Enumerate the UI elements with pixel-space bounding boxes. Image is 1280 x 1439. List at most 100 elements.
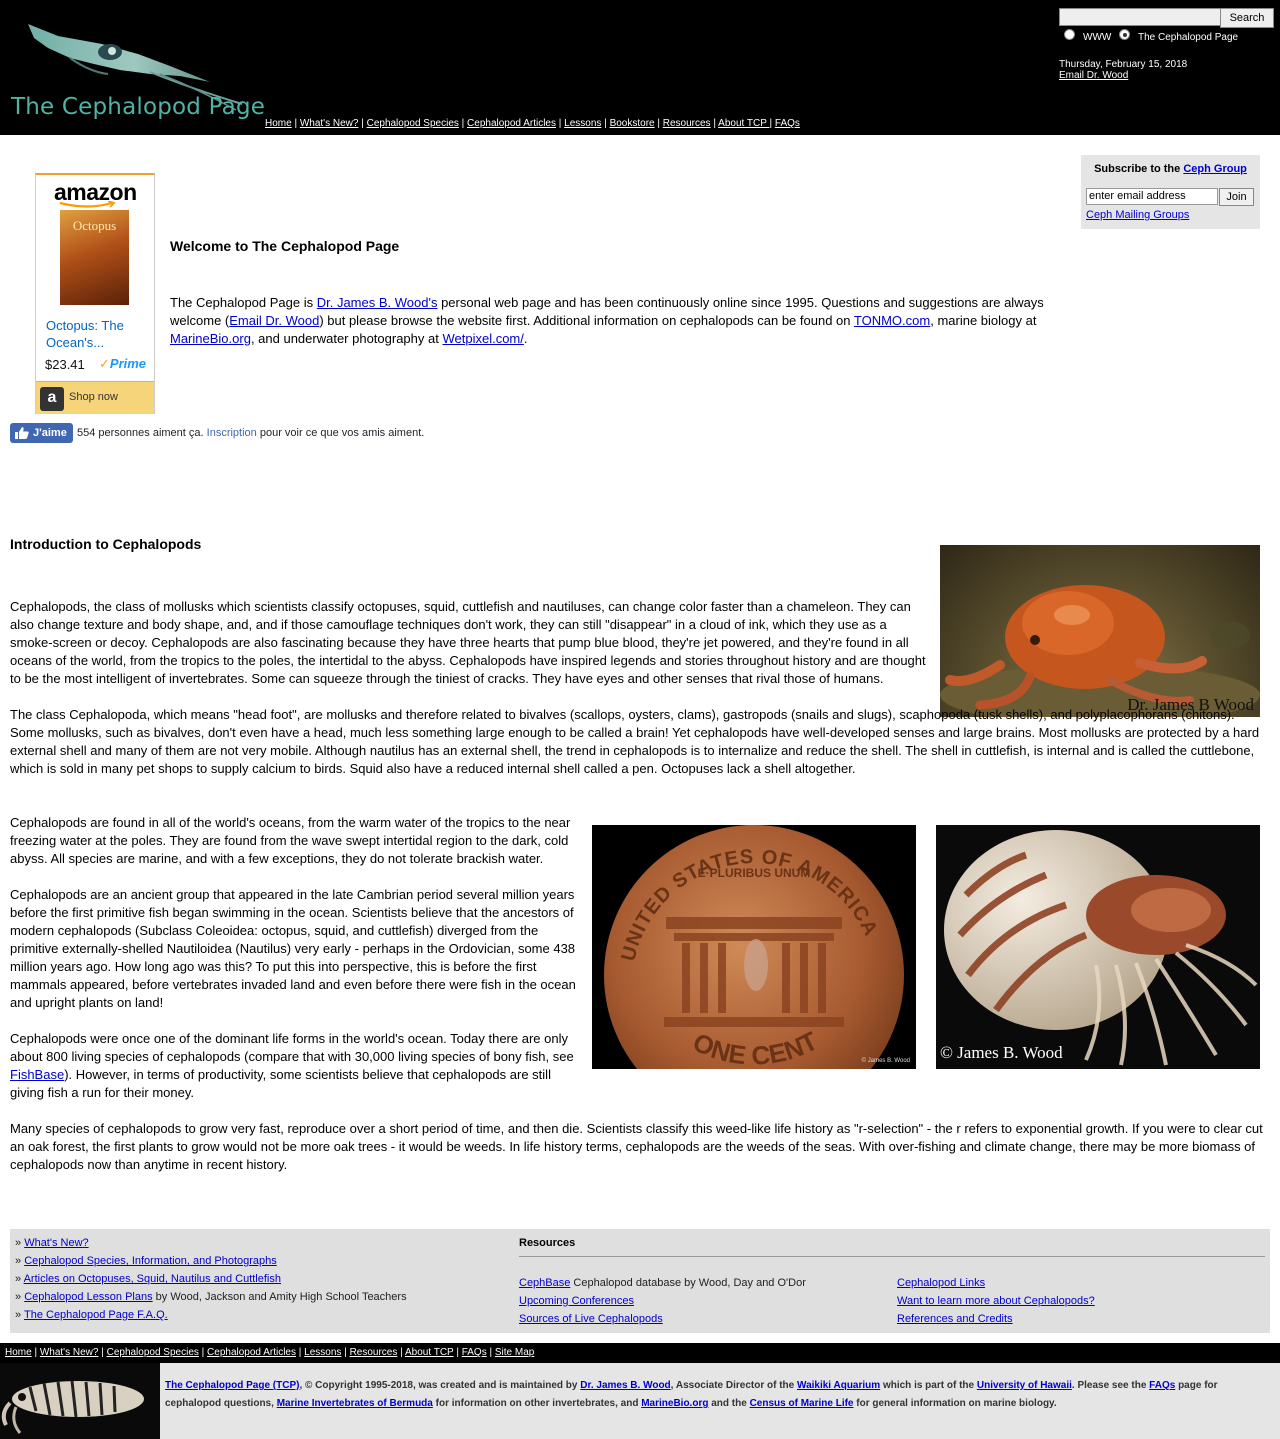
nav-cephalopod-articles[interactable]: Cephalopod Articles [467, 118, 556, 129]
top-navigation: Home | What's New? | Cephalopod Species … [265, 118, 800, 129]
resource-item: Want to learn more about Cephalopods? [897, 1295, 1095, 1307]
resource-item: Sources of Live Cephalopods [519, 1313, 663, 1325]
nav-cephalopod-species[interactable]: Cephalopod Species [367, 118, 459, 129]
university-of-hawaii-link[interactable]: University of Hawaii [977, 1380, 1072, 1391]
ceph-mailing-groups-link[interactable]: Ceph Mailing Groups [1086, 209, 1189, 221]
prime-label: Prime [109, 356, 147, 371]
references-credits-link[interactable]: References and Credits [897, 1313, 1013, 1325]
join-button[interactable]: Join [1219, 188, 1254, 206]
intro-paragraph-3: Cephalopods are found in all of the worl… [10, 815, 571, 866]
census-marine-life-link[interactable]: Census of Marine Life [750, 1398, 854, 1409]
book-cover-image[interactable]: Octopus [60, 210, 129, 305]
facebook-signup-link[interactable]: Inscription [207, 427, 257, 439]
penny-motto: E·PLURIBUS UNUM [698, 866, 811, 880]
cephalopod-links-link[interactable]: Cephalopod Links [897, 1277, 985, 1289]
shop-now-label: Shop now [69, 391, 118, 403]
nav-about-tcp[interactable]: About TCP [718, 118, 769, 129]
footer-nav-faqs[interactable]: FAQs [462, 1347, 487, 1358]
subscribe-box: Subscribe to the Ceph Group enter email … [1081, 155, 1260, 229]
amazon-product-widget[interactable]: amazon Octopus Octopus: The Ocean's... $… [35, 173, 155, 414]
radio-www[interactable] [1064, 29, 1075, 40]
resource-item: Cephalopod Links [897, 1277, 985, 1289]
tonmo-link[interactable]: TONMO.com [854, 313, 930, 328]
fishbase-link[interactable]: FishBase [10, 1067, 64, 1082]
faq-link[interactable]: The Cephalopod Page F.A.Q. [24, 1309, 168, 1321]
welcome-heading: Welcome to The Cephalopod Page [170, 238, 400, 254]
whats-new-link[interactable]: What's New? [24, 1237, 88, 1249]
bermuda-invertebrates-link[interactable]: Marine Invertebrates of Bermuda [277, 1398, 433, 1409]
prime-badge: ✓Prime [99, 356, 147, 371]
product-title-link[interactable]: Octopus: The Ocean's... [46, 317, 154, 351]
nautilus-photo[interactable]: © James B. Wood [936, 825, 1260, 1069]
waikiki-aquarium-link[interactable]: Waikiki Aquarium [797, 1380, 880, 1391]
live-cephalopods-link[interactable]: Sources of Live Cephalopods [519, 1313, 663, 1325]
wetpixel-link[interactable]: Wetpixel.com/ [442, 331, 523, 346]
footer-nav-about-tcp[interactable]: About TCP [405, 1347, 454, 1358]
articles-link[interactable]: Articles on Octopuses, Squid, Nautilus a… [24, 1273, 281, 1285]
lesson-plans-link[interactable]: Cephalopod Lesson Plans [24, 1291, 152, 1303]
upcoming-conferences-link[interactable]: Upcoming Conferences [519, 1295, 634, 1307]
footer-tcp-link[interactable]: The Cephalopod Page (TCP) [165, 1380, 299, 1391]
nav-home[interactable]: Home [265, 118, 292, 129]
amazon-a-icon: a [40, 387, 64, 411]
resources-heading: Resources [519, 1237, 576, 1249]
welcome-paragraph: The Cephalopod Page is Dr. James B. Wood… [170, 295, 1044, 346]
facebook-like-count: 554 personnes aiment ça. Inscription pou… [77, 427, 425, 439]
nav-bookstore[interactable]: Bookstore [610, 118, 655, 129]
footer-nav-site-map[interactable]: Site Map [495, 1347, 534, 1358]
radio-www-label: WWW [1083, 32, 1112, 43]
nav-whats-new[interactable]: What's New? [300, 118, 359, 129]
footer-navigation: Home | What's New? | Cephalopod Species … [0, 1343, 1280, 1363]
footer-nav-resources[interactable]: Resources [350, 1347, 398, 1358]
footer-faqs-link[interactable]: FAQs [1149, 1380, 1175, 1391]
site-header: The Cephalopod Page Home | What's New? |… [0, 0, 1280, 135]
facebook-like-button[interactable]: J'aime [10, 423, 73, 443]
quick-link-item: » What's New? [15, 1237, 89, 1249]
search-input[interactable] [1059, 8, 1221, 26]
footer-nav-articles[interactable]: Cephalopod Articles [207, 1347, 296, 1358]
intro-paragraph-5: Cephalopods were once one of the dominan… [10, 1031, 574, 1100]
cephbase-link[interactable]: CephBase [519, 1277, 570, 1289]
subscribe-title: Subscribe to the Ceph Group [1094, 163, 1247, 175]
thumbs-up-icon [15, 427, 29, 439]
email-dr-wood-link[interactable]: Email Dr. Wood [1059, 70, 1128, 81]
footer-nav-home[interactable]: Home [5, 1347, 32, 1358]
footer-marinebio-link[interactable]: MarineBio.org [641, 1398, 708, 1409]
email-dr-wood-inline-link[interactable]: Email Dr. Wood [229, 313, 319, 328]
intro-paragraph-6: Many species of cephalopods to grow very… [10, 1121, 1263, 1172]
footer-copyright-text: The Cephalopod Page (TCP), © Copyright 1… [165, 1380, 1218, 1409]
resource-item: References and Credits [897, 1313, 1013, 1325]
quick-link-item: » Cephalopod Lesson Plans by Wood, Jacks… [15, 1291, 407, 1303]
learn-more-link[interactable]: Want to learn more about Cephalopods? [897, 1295, 1095, 1307]
penny-squid-photo[interactable]: UNITED STATES OF AMERICA E·PLURIBUS UNUM… [592, 825, 916, 1069]
resource-item: Upcoming Conferences [519, 1295, 634, 1307]
intro-paragraph-1: Cephalopods, the class of mollusks which… [10, 599, 926, 686]
octopus-photo[interactable]: Dr. James B Wood [940, 545, 1260, 717]
dr-wood-link[interactable]: Dr. James B. Wood's [317, 295, 438, 310]
cuttlefish-footer-image [0, 1363, 160, 1439]
nautilus-photo-credit: © James B. Wood [940, 1043, 1063, 1062]
current-date: Thursday, February 15, 2018 [1059, 59, 1188, 70]
like-label: J'aime [33, 427, 67, 439]
nav-resources[interactable]: Resources [663, 118, 711, 129]
species-info-link[interactable]: Cephalopod Species, Information, and Pho… [24, 1255, 277, 1267]
nav-lessons[interactable]: Lessons [564, 118, 601, 129]
footer-copyright-panel: The Cephalopod Page (TCP), © Copyright 1… [160, 1363, 1280, 1439]
radio-cephalopod-page[interactable] [1119, 29, 1130, 40]
marinebio-link[interactable]: MarineBio.org [170, 331, 251, 346]
book-cover-title: Octopus [72, 218, 117, 233]
penny-photo-credit: © James B. Wood [861, 1058, 910, 1064]
nav-faqs[interactable]: FAQs [775, 118, 800, 129]
site-logo-title[interactable]: The Cephalopod Page [11, 94, 265, 120]
quick-link-item: » The Cephalopod Page F.A.Q. [15, 1309, 168, 1321]
footer-nav-lessons[interactable]: Lessons [304, 1347, 341, 1358]
footer-nav-species[interactable]: Cephalopod Species [107, 1347, 199, 1358]
shop-now-button[interactable]: a Shop now [36, 381, 154, 414]
footer-nav-whats-new[interactable]: What's New? [40, 1347, 99, 1358]
footer-dr-wood-link[interactable]: Dr. James B. Wood [580, 1380, 670, 1391]
resources-divider [519, 1256, 1265, 1257]
intro-paragraph-4: Cephalopods are an ancient group that ap… [10, 887, 576, 1010]
ceph-group-link[interactable]: Ceph Group [1183, 163, 1247, 175]
search-button[interactable]: Search [1220, 8, 1274, 28]
email-field[interactable]: enter email address [1086, 188, 1218, 205]
